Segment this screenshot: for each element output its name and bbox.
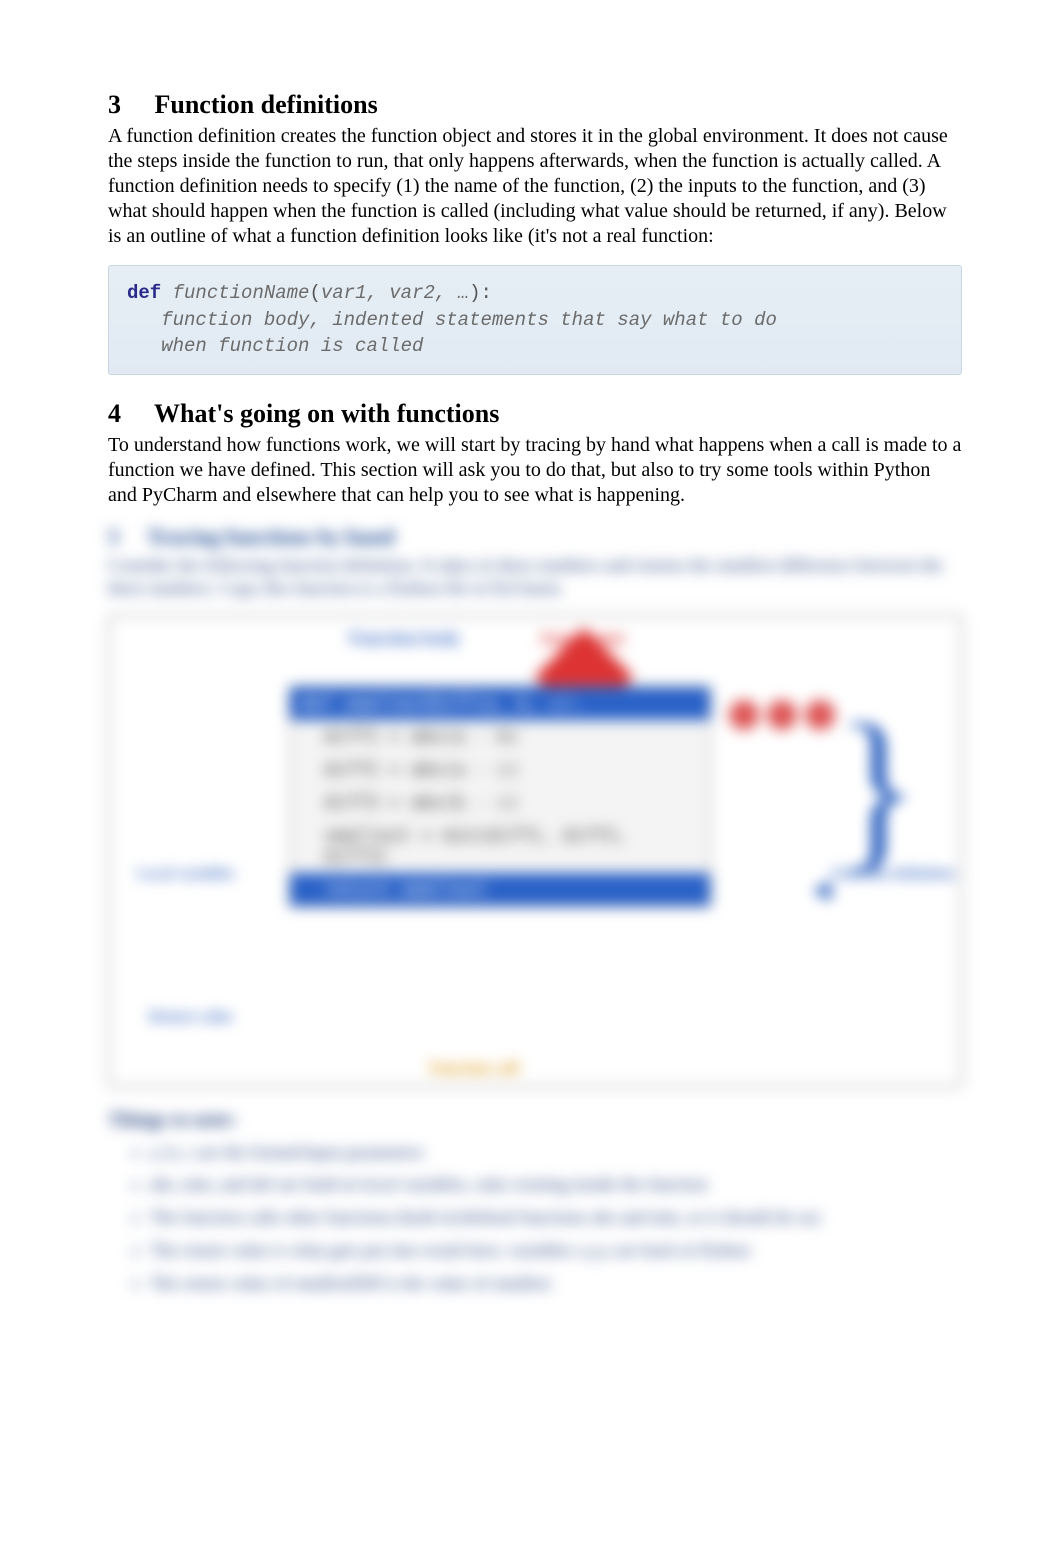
diagram-call-label: Function call: [429, 1060, 518, 1078]
section-3-number: 3: [108, 90, 148, 120]
section-3-heading: 3 Function definitions: [108, 90, 962, 120]
code-keyword-def: def: [127, 282, 161, 304]
function-diagram: Function body Arguments def smallestDiff…: [108, 615, 962, 1087]
subsection-heading: 5 Tracing functions by hand: [108, 524, 962, 550]
list-item: abs, min, and def are built-in local var…: [150, 1170, 962, 1199]
diagram-line-4: smallest = min(diff1, diff2, diff3): [290, 819, 710, 873]
diagram-code-block: def smallestDiff(a, b, c): diff1 = abs(a…: [289, 686, 711, 907]
section-3-title: Function definitions: [155, 90, 378, 119]
code-body-line1: function body, indented statements that …: [161, 309, 777, 331]
section-4-paragraph: To understand how functions work, we wil…: [108, 433, 962, 508]
diagram-line-2: diff2 = abs(a - c): [290, 753, 710, 786]
subsection-number: 5: [108, 524, 142, 550]
diagram-bottom-left-label: Return value: [149, 1009, 233, 1026]
list-item: a, b, c are the formal/input parameters: [150, 1138, 962, 1167]
code-body-line2: when function is called: [161, 335, 423, 357]
diagram-left-label: Local variables: [137, 866, 235, 883]
section-4-title: What's going on with functions: [154, 399, 499, 428]
diagram-line-3: diff3 = abs(b - c): [290, 786, 710, 819]
list-item: The return value of smallestDiff is the …: [150, 1269, 962, 1298]
code-params: var1, var2, …: [321, 282, 469, 304]
diagram-line-1: diff1 = abs(a - b): [290, 720, 710, 753]
list-item: The return value is what gets put into r…: [150, 1236, 962, 1265]
subsection-title: Tracing functions by hand: [147, 524, 394, 549]
diagram-arrow-icon: [813, 881, 831, 901]
code-block: def functionName(var1, var2, …): functio…: [108, 265, 962, 375]
things-to-note-heading: Things to note:: [108, 1109, 962, 1132]
list-item: The function calls other functions (buil…: [150, 1203, 962, 1232]
diagram-return-line: return smallest: [290, 873, 710, 906]
blurred-region: 5 Tracing functions by hand Consider the…: [108, 524, 962, 1298]
diagram-fn-header: def smallestDiff(a, b, c):: [290, 687, 710, 720]
diagram-red-dots: [729, 700, 835, 730]
code-fn-name: functionName: [173, 282, 310, 304]
section-4-heading: 4 What's going on with functions: [108, 399, 962, 429]
things-to-note-list: a, b, c are the formal/input parameters …: [108, 1138, 962, 1298]
diagram-brace-icon: }: [835, 716, 921, 860]
section-3-paragraph: A function definition creates the functi…: [108, 124, 962, 249]
subsection-paragraph: Consider the following function definiti…: [108, 554, 962, 601]
diagram-top-label: Function body: [349, 628, 461, 649]
section-4-number: 4: [108, 399, 148, 429]
